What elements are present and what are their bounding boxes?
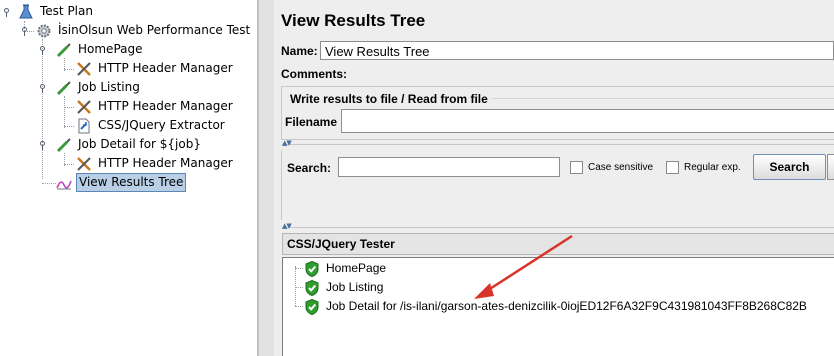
tester-title: CSS/JQuery Tester	[287, 237, 395, 251]
view-results-tree-panel: View Results Tree Name: View Results Tre…	[274, 0, 834, 356]
panel-splitter[interactable]	[258, 0, 275, 356]
tree-item-label: HTTP Header Manager	[98, 99, 233, 113]
expand-toggle-icon[interactable]	[38, 46, 47, 55]
name-field[interactable]: View Results Tree	[320, 41, 834, 60]
success-shield-icon	[305, 299, 319, 315]
search-button[interactable]: Search	[753, 154, 826, 180]
search-input[interactable]	[338, 157, 560, 177]
regular-exp-checkbox[interactable]	[666, 161, 679, 174]
search-label: Search:	[287, 161, 332, 175]
regular-exp-label: Regular exp.	[684, 162, 741, 173]
tree-item-label: CSS/JQuery Extractor	[98, 118, 225, 132]
tree-item-label: Job Detail for ${job}	[78, 137, 201, 151]
success-shield-icon	[305, 280, 319, 296]
annotation-arrow-icon	[474, 234, 573, 299]
sampler-pipette-icon	[56, 138, 71, 153]
expand-toggle-icon[interactable]	[38, 84, 47, 93]
wrench-icon	[77, 62, 91, 76]
panel-title: View Results Tree	[281, 11, 426, 30]
tree-item-label: HTTP Header Manager	[98, 61, 233, 75]
tree-item-label: HTTP Header Manager	[98, 156, 233, 170]
tree-item-label: Test Plan	[40, 4, 93, 18]
search-extra-button[interactable]	[827, 154, 834, 180]
tree-item-label: HomePage	[78, 42, 143, 56]
success-shield-icon	[305, 261, 319, 277]
expand-toggle-icon[interactable]	[38, 141, 47, 150]
comments-label: Comments:	[281, 67, 348, 81]
chart-icon	[56, 180, 72, 190]
write-results-section: Write results to file / Read from file F…	[281, 86, 834, 140]
document-arrow-icon	[78, 118, 90, 134]
sampler-pipette-icon	[56, 81, 71, 96]
tree-item-label: Job Listing	[78, 80, 140, 94]
write-results-title: Write results to file / Read from file	[290, 92, 492, 106]
comments-field[interactable]	[350, 64, 834, 83]
flask-icon	[19, 4, 33, 19]
test-plan-tree[interactable]: Test Plan İsinOlsun Web Performance Test…	[0, 0, 258, 356]
collapse-arrows-icon[interactable]: ▲▼	[282, 139, 292, 147]
expand-toggle-icon[interactable]	[20, 27, 29, 36]
result-item-label: Job Listing	[326, 280, 384, 294]
tree-item-label: View Results Tree	[76, 173, 187, 192]
name-label: Name:	[281, 44, 318, 58]
gear-icon	[37, 24, 51, 38]
filename-input[interactable]	[341, 109, 834, 133]
expand-toggle-icon[interactable]	[2, 8, 11, 17]
wrench-icon	[77, 100, 91, 114]
result-item-label: HomePage	[326, 261, 387, 275]
case-sensitive-checkbox[interactable]	[570, 161, 583, 174]
collapse-arrows-icon[interactable]: ▲▼	[282, 222, 292, 230]
tree-item-label: İsinOlsun Web Performance Test	[58, 23, 251, 37]
filename-label: Filename	[285, 115, 338, 129]
wrench-icon	[77, 157, 91, 171]
sampler-pipette-icon	[56, 43, 71, 58]
case-sensitive-label: Case sensitive	[588, 162, 654, 173]
